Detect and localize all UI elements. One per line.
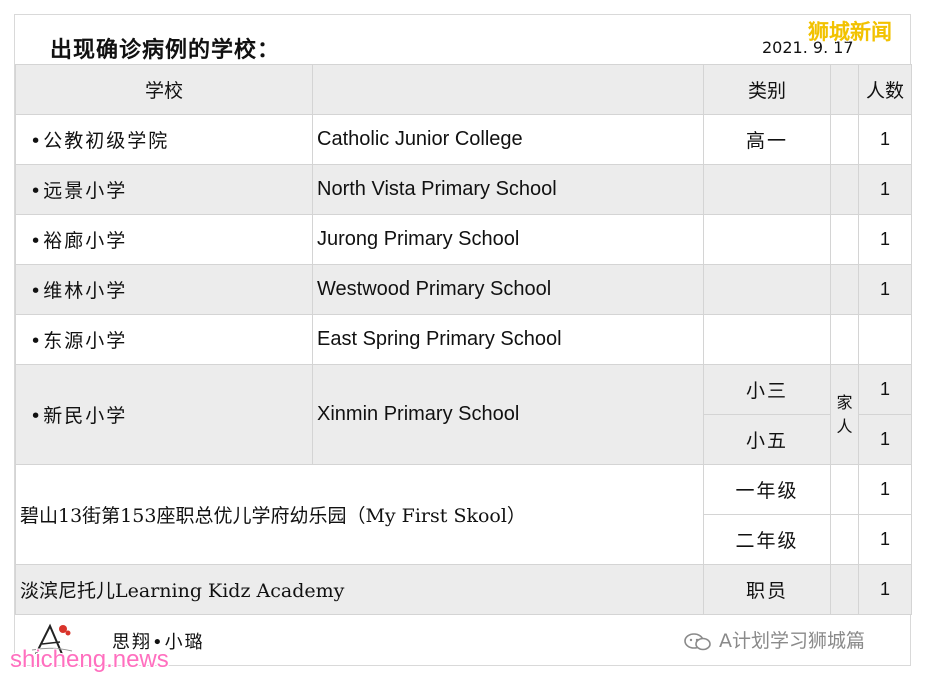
school-category: 高一: [703, 114, 831, 165]
school-en-name: Xinmin Primary School: [312, 364, 704, 465]
note-cell: [830, 314, 859, 365]
case-count: 1: [858, 414, 912, 465]
schools-table: 学校 类别 人数 •公教初级学院 Catholic Junior College…: [15, 64, 912, 615]
note-cell: [830, 564, 859, 615]
header-note-blank: [830, 64, 859, 115]
school-category: 职员: [703, 564, 831, 615]
table-header-row: 学校 类别 人数: [15, 64, 912, 115]
case-count: 1: [858, 464, 912, 515]
school-en-name: Jurong Primary School: [312, 214, 704, 265]
table-row-xinmin: •新民小学 Xinmin Primary School 小三 家人 1: [15, 364, 912, 465]
wechat-icon: [684, 632, 711, 650]
note-cell: [830, 114, 859, 165]
school-full-name: 淡滨尼托儿Learning Kidz Academy: [15, 564, 704, 615]
note-cell: [830, 214, 859, 265]
header-school: 学校: [15, 64, 313, 115]
school-category: [703, 164, 831, 215]
table-row: •东源小学 East Spring Primary School: [15, 314, 912, 365]
family-note-text: 家人: [836, 392, 853, 436]
table-row: •公教初级学院 Catholic Junior College 高一 1: [15, 114, 912, 165]
table-row-learning-kidz: 淡滨尼托儿Learning Kidz Academy 职员 1: [15, 564, 912, 615]
school-category: 二年级: [703, 514, 831, 565]
note-cell: [830, 164, 859, 215]
footer-account: A计划学习狮城篇: [683, 626, 865, 653]
case-count: 1: [858, 364, 912, 415]
case-count: [858, 314, 912, 365]
school-en-name: Catholic Junior College: [312, 114, 704, 165]
school-cn-name: •东源小学: [15, 314, 313, 365]
family-note: 家人: [830, 364, 859, 465]
school-cn-name: •维林小学: [15, 264, 313, 315]
header-blank: [312, 64, 704, 115]
header-count: 人数: [858, 64, 912, 115]
case-count: 1: [858, 264, 912, 315]
school-category: [703, 214, 831, 265]
school-cn-name: •公教初级学院: [15, 114, 313, 165]
school-category: 小五: [703, 414, 831, 465]
case-count: 1: [858, 564, 912, 615]
header-category: 类别: [703, 64, 831, 115]
note-cell: [830, 514, 859, 565]
note-cell: [830, 464, 859, 515]
note-cell: [830, 264, 859, 315]
page-title: 出现确诊病例的学校：: [50, 38, 281, 63]
school-en-name: North Vista Primary School: [312, 164, 704, 215]
school-category: [703, 314, 831, 365]
case-count: 1: [858, 214, 912, 265]
school-full-name: 碧山13街第153座职总优儿学府幼乐园（My First Skool）: [15, 464, 704, 565]
school-cn-name: •远景小学: [15, 164, 313, 215]
school-category: 一年级: [703, 464, 831, 515]
footer-account-name: A计划学习狮城篇: [719, 630, 866, 652]
school-en-name: Westwood Primary School: [312, 264, 704, 315]
school-category: [703, 264, 831, 315]
watermark-bottom: shicheng.news: [10, 646, 169, 673]
table-row: •远景小学 North Vista Primary School 1: [15, 164, 912, 215]
table-row: •维林小学 Westwood Primary School 1: [15, 264, 912, 315]
table-row-bishan: 碧山13街第153座职总优儿学府幼乐园（My First Skool） 一年级 …: [15, 464, 912, 565]
school-cn-name: •新民小学: [15, 364, 313, 465]
school-category: 小三: [703, 364, 831, 415]
case-count: 1: [858, 114, 912, 165]
case-count: 1: [858, 514, 912, 565]
case-count: 1: [858, 164, 912, 215]
school-en-name: East Spring Primary School: [312, 314, 704, 365]
table-row: •裕廊小学 Jurong Primary School 1: [15, 214, 912, 265]
school-cn-name: •裕廊小学: [15, 214, 313, 265]
watermark-top: 狮城新闻: [808, 20, 892, 44]
